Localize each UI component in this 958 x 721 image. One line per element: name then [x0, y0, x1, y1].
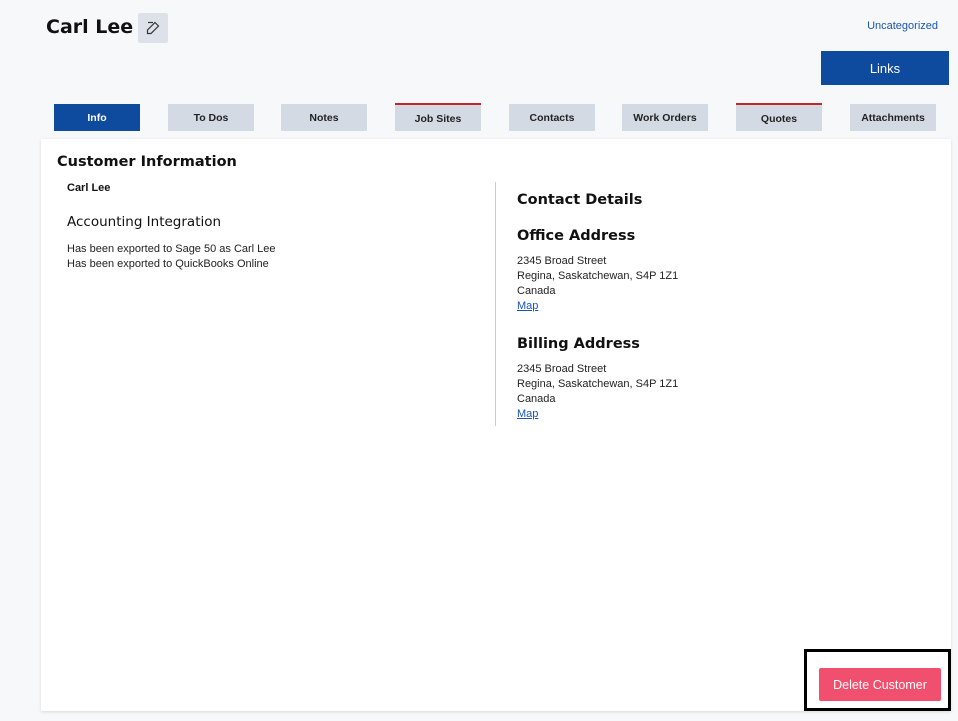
tab-to-dos[interactable]: To Dos [168, 104, 254, 131]
delete-customer-button[interactable]: Delete Customer [819, 668, 941, 701]
office-street: 2345 Broad Street [517, 255, 607, 267]
edit-customer-button[interactable] [138, 13, 168, 43]
tab-bar: Info To Dos Notes Job Sites Contacts Wor… [0, 103, 958, 132]
tab-attachments[interactable]: Attachments [850, 104, 936, 131]
customer-title: Carl Lee [46, 16, 134, 38]
billing-address-heading: Billing Address [517, 336, 640, 352]
customer-info-column: Carl Lee Accounting Integration Has been… [67, 182, 487, 272]
billing-city: Regina, Saskatchewan, S4P 1Z1 [517, 378, 679, 390]
office-country: Canada [517, 285, 556, 297]
tab-work-orders[interactable]: Work Orders [622, 104, 708, 131]
tab-contacts[interactable]: Contacts [509, 104, 595, 131]
office-map-link[interactable]: Map [517, 299, 917, 314]
edit-pencil-icon [146, 21, 160, 35]
customer-info-title: Customer Information [57, 154, 237, 170]
billing-map-link[interactable]: Map [517, 407, 917, 422]
tab-notes[interactable]: Notes [281, 104, 367, 131]
tab-quotes[interactable]: Quotes [736, 103, 822, 131]
office-address: Office Address 2345 Broad Street Regina,… [517, 228, 917, 314]
tab-info[interactable]: Info [54, 104, 140, 131]
column-divider [495, 182, 496, 426]
billing-country: Canada [517, 393, 556, 405]
export-status-line: Has been exported to QuickBooks Online [67, 258, 269, 270]
contact-details-heading: Contact Details [517, 192, 643, 208]
billing-address: Billing Address 2345 Broad Street Regina… [517, 336, 917, 422]
accounting-integration-heading: Accounting Integration [67, 214, 222, 230]
links-button[interactable]: Links [821, 51, 949, 85]
tab-job-sites[interactable]: Job Sites [395, 103, 481, 131]
office-address-heading: Office Address [517, 228, 636, 244]
export-status-line: Has been exported to Sage 50 as Carl Lee [67, 243, 276, 255]
customer-name: Carl Lee [67, 182, 111, 194]
billing-street: 2345 Broad Street [517, 363, 607, 375]
office-city: Regina, Saskatchewan, S4P 1Z1 [517, 270, 679, 282]
contact-details-column: Contact Details Office Address 2345 Broa… [517, 192, 917, 444]
customer-info-panel: Customer Information Carl Lee Accounting… [41, 139, 951, 711]
category-link[interactable]: Uncategorized [867, 20, 938, 32]
